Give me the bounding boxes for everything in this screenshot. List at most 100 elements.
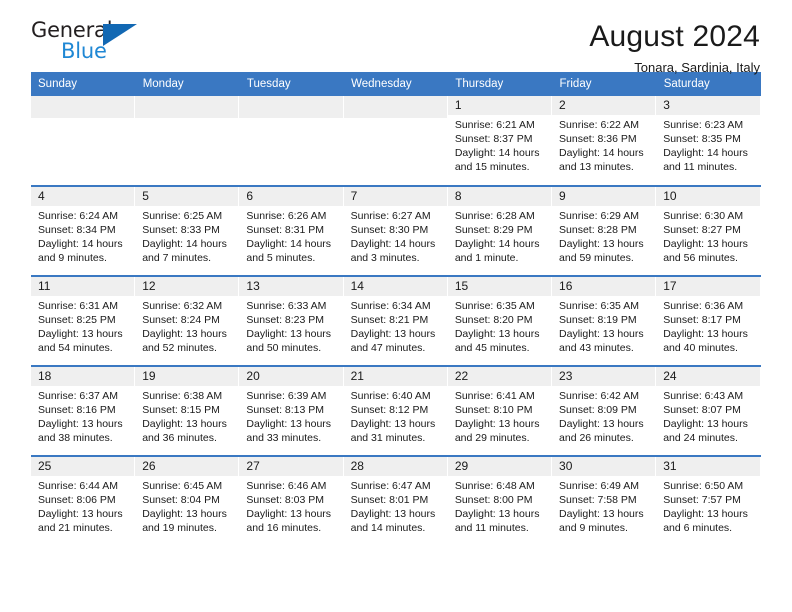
calendar-day-cell[interactable]: 4 Sunrise: 6:24 AM Sunset: 8:34 PM Daylight… [31,185,136,276]
sunrise-text: Sunrise: 6:45 AM [142,480,223,492]
day-details: Sunrise: 6:25 AM Sunset: 8:33 PM Daylight:… [135,206,239,265]
day-number: 1 [447,96,553,115]
sunset-text: Sunset: 8:33 PM [142,224,220,236]
calendar-day-cell[interactable]: 20 Sunrise: 6:39 AM Sunset: 8:13 PM Dayligh… [239,365,344,456]
daylight-text: Daylight: 14 hours and 9 minutes. [38,238,123,264]
sunset-text: Sunset: 8:19 PM [559,314,637,326]
daylight-text: Daylight: 14 hours and 13 minutes. [559,147,644,173]
day-number: 16 [552,277,657,296]
daylight-text: Daylight: 14 hours and 7 minutes. [142,238,227,264]
daylight-text: Daylight: 13 hours and 45 minutes. [454,328,540,354]
calendar-day-cell[interactable]: 27 Sunrise: 6:46 AM Sunset: 8:03 PM Dayligh… [239,455,344,546]
calendar-day-cell[interactable]: 10 Sunrise: 6:30 AM Sunset: 8:27 PM Dayligh… [656,185,761,276]
day-details: Sunrise: 6:40 AM Sunset: 8:12 PM Daylight:… [344,386,448,445]
day-details: Sunrise: 6:32 AM Sunset: 8:24 PM Daylight:… [135,296,239,355]
sunrise-text: Sunrise: 6:28 AM [454,210,535,222]
daylight-text: Daylight: 13 hours and 54 minutes. [38,328,123,354]
calendar-page: General Blue August 2024 Tonara, Sardini… [0,0,792,612]
day-number: 20 [239,367,344,386]
day-details: Sunrise: 6:43 AM Sunset: 8:07 PM Daylight:… [656,386,760,445]
sunset-text: Sunset: 8:09 PM [559,404,637,416]
day-number: 31 [656,457,761,476]
sunrise-text: Sunrise: 6:43 AM [663,390,744,402]
day-number: 23 [552,367,657,386]
daylight-text: Daylight: 13 hours and 26 minutes. [559,418,644,444]
calendar-day-cell[interactable]: 18 Sunrise: 6:37 AM Sunset: 8:16 PM Dayligh… [31,365,136,456]
day-number: 19 [135,367,240,386]
daylight-text: Daylight: 13 hours and 24 minutes. [663,418,748,444]
sunrise-text: Sunrise: 6:22 AM [559,119,639,131]
calendar-day-cell[interactable]: 1 Sunrise: 6:21 AM Sunset: 8:37 PM Daylight… [447,96,553,186]
calendar-day-cell[interactable]: 12 Sunrise: 6:32 AM Sunset: 8:24 PM Dayligh… [135,275,240,366]
calendar-week-row: 4 Sunrise: 6:24 AM Sunset: 8:34 PM Daylight… [31,185,761,276]
calendar-week-row: 25 Sunrise: 6:44 AM Sunset: 8:06 PM Dayligh… [31,455,761,546]
calendar-day-cell[interactable]: 25 Sunrise: 6:44 AM Sunset: 8:06 PM Dayligh… [31,455,136,546]
calendar-day-cell[interactable]: 28 Sunrise: 6:47 AM Sunset: 8:01 PM Dayligh… [343,455,448,546]
day-number: 24 [656,367,761,386]
logo-text-blue: Blue [61,39,107,63]
day-details: Sunrise: 6:39 AM Sunset: 8:13 PM Daylight:… [239,386,343,445]
calendar-table: Sunday Monday Tuesday Wednesday Thursday Frid… [31,72,762,546]
daylight-text: Daylight: 13 hours and 38 minutes. [38,418,123,444]
day-details: Sunrise: 6:23 AM Sunset: 8:35 PM Daylight:… [656,115,760,174]
calendar-day-cell[interactable]: 17 Sunrise: 6:36 AM Sunset: 8:17 PM Dayligh… [656,275,761,366]
calendar-day-cell[interactable]: 15 Sunrise: 6:35 AM Sunset: 8:20 PM Dayligh… [447,275,553,366]
day-number: 22 [447,367,553,386]
day-details: Sunrise: 6:36 AM Sunset: 8:17 PM Daylight:… [656,296,760,355]
sunrise-text: Sunrise: 6:40 AM [350,390,431,402]
weekday-header-monday: Monday [135,72,240,96]
daylight-text: Daylight: 13 hours and 56 minutes. [663,238,748,264]
day-number: 6 [239,187,344,206]
day-number: 30 [552,457,657,476]
calendar-day-cell[interactable]: 7 Sunrise: 6:27 AM Sunset: 8:30 PM Daylight… [343,185,448,276]
calendar-day-cell[interactable]: 23 Sunrise: 6:42 AM Sunset: 8:09 PM Dayligh… [552,365,657,456]
day-details: Sunrise: 6:35 AM Sunset: 8:19 PM Daylight:… [552,296,656,355]
calendar-day-cell[interactable]: 22 Sunrise: 6:41 AM Sunset: 8:10 PM Dayligh… [447,365,553,456]
sunset-text: Sunset: 8:20 PM [454,314,533,326]
daylight-text: Daylight: 13 hours and 50 minutes. [246,328,332,354]
calendar-day-cell[interactable]: 13 Sunrise: 6:33 AM Sunset: 8:23 PM Dayligh… [239,275,344,366]
sunrise-text: Sunrise: 6:31 AM [38,300,118,312]
day-number: 21 [343,367,448,386]
sunset-text: Sunset: 8:12 PM [350,404,429,416]
calendar-day-cell[interactable]: 29 Sunrise: 6:48 AM Sunset: 8:00 PM Dayligh… [447,455,553,546]
calendar-day-cell[interactable]: 19 Sunrise: 6:38 AM Sunset: 8:15 PM Dayligh… [135,365,240,456]
day-details: Sunrise: 6:45 AM Sunset: 8:04 PM Daylight:… [135,476,239,535]
calendar-day-cell[interactable]: 31 Sunrise: 6:50 AM Sunset: 7:57 PM Dayligh… [656,455,761,546]
calendar-day-cell[interactable]: 8 Sunrise: 6:28 AM Sunset: 8:29 PM Daylight… [447,185,553,276]
calendar-day-cell[interactable]: 6 Sunrise: 6:26 AM Sunset: 8:31 PM Daylight… [239,185,344,276]
calendar-day-cell[interactable]: 26 Sunrise: 6:45 AM Sunset: 8:04 PM Dayligh… [135,455,240,546]
calendar-day-cell[interactable]: 9 Sunrise: 6:29 AM Sunset: 8:28 PM Daylight… [552,185,657,276]
day-details: Sunrise: 6:26 AM Sunset: 8:31 PM Daylight:… [239,206,343,265]
day-details: Sunrise: 6:27 AM Sunset: 8:30 PM Daylight:… [344,206,448,265]
day-number: 17 [656,277,761,296]
calendar-cell-empty [31,96,136,186]
day-details: Sunrise: 6:34 AM Sunset: 8:21 PM Daylight:… [344,296,448,355]
daylight-text: Daylight: 13 hours and 9 minutes. [559,508,644,534]
calendar-cell-empty [135,96,240,186]
sunrise-text: Sunrise: 6:23 AM [663,119,744,131]
daylight-text: Daylight: 13 hours and 59 minutes. [559,238,644,264]
calendar-week-row: 1 Sunrise: 6:21 AM Sunset: 8:37 PM Daylight… [31,96,761,186]
sunrise-text: Sunrise: 6:37 AM [38,390,118,402]
calendar-day-cell[interactable]: 2 Sunrise: 6:22 AM Sunset: 8:36 PM Daylight… [552,96,657,186]
calendar-day-cell[interactable]: 21 Sunrise: 6:40 AM Sunset: 8:12 PM Dayligh… [343,365,448,456]
general-blue-logo[interactable]: General Blue [31,20,151,66]
calendar-day-cell[interactable]: 24 Sunrise: 6:43 AM Sunset: 8:07 PM Dayligh… [656,365,761,456]
calendar-day-cell[interactable]: 30 Sunrise: 6:49 AM Sunset: 7:58 PM Dayligh… [552,455,657,546]
page-title: August 2024 [589,20,760,53]
day-details: Sunrise: 6:48 AM Sunset: 8:00 PM Daylight:… [448,476,552,535]
calendar-cell-empty [343,96,448,186]
calendar-day-cell[interactable]: 3 Sunrise: 6:23 AM Sunset: 8:35 PM Daylight… [656,96,761,186]
day-details: Sunrise: 6:35 AM Sunset: 8:20 PM Daylight:… [448,296,552,355]
calendar-day-cell[interactable]: 11 Sunrise: 6:31 AM Sunset: 8:25 PM Dayligh… [31,275,136,366]
calendar-day-cell[interactable]: 16 Sunrise: 6:35 AM Sunset: 8:19 PM Dayligh… [552,275,657,366]
sunset-text: Sunset: 8:31 PM [246,224,325,236]
calendar-day-cell[interactable]: 14 Sunrise: 6:34 AM Sunset: 8:21 PM Dayligh… [343,275,448,366]
calendar-day-cell[interactable]: 5 Sunrise: 6:25 AM Sunset: 8:33 PM Daylight… [135,185,240,276]
sunset-text: Sunset: 8:35 PM [663,133,741,145]
day-details: Sunrise: 6:47 AM Sunset: 8:01 PM Daylight:… [344,476,448,535]
sunrise-text: Sunrise: 6:42 AM [559,390,639,402]
sunrise-text: Sunrise: 6:36 AM [663,300,744,312]
title-block: August 2024 Tonara, Sardinia, Italy [589,20,761,78]
